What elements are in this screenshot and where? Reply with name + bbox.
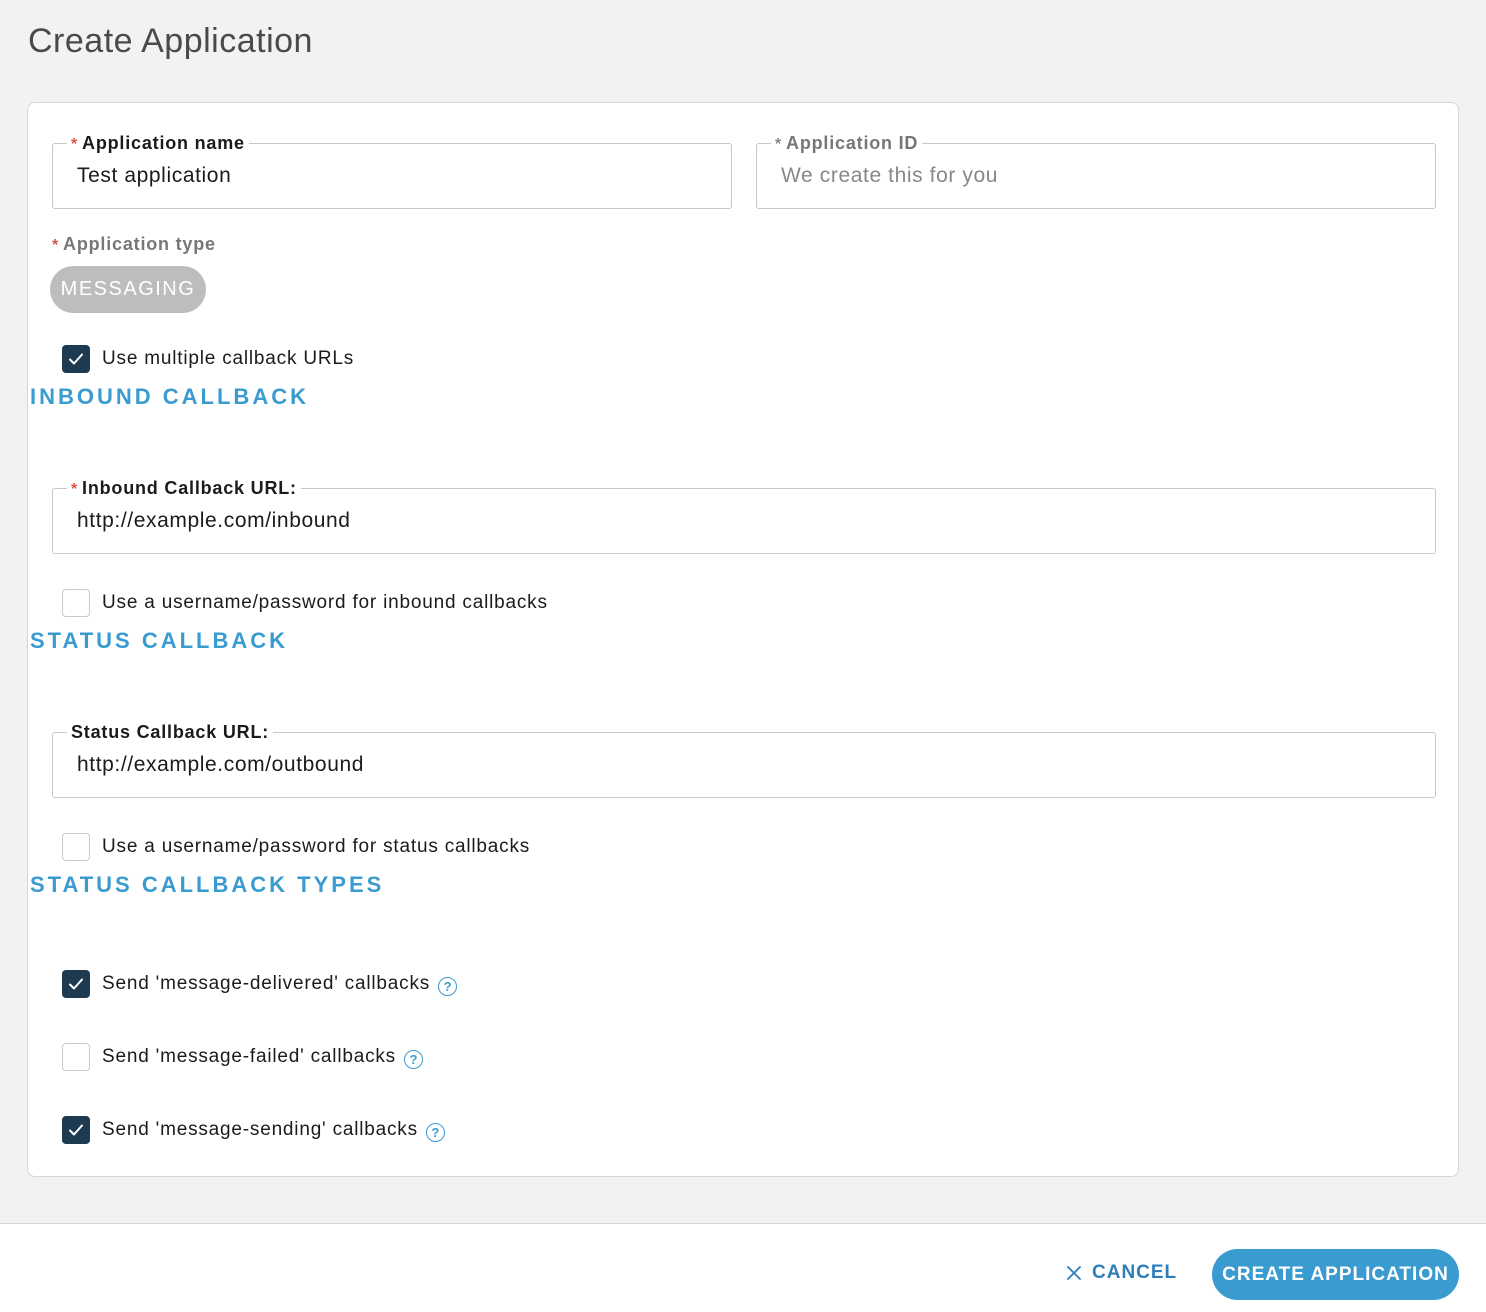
checkmark-icon bbox=[69, 1124, 83, 1136]
checkmark-icon bbox=[69, 978, 83, 990]
application-id-label: * Application ID bbox=[771, 132, 923, 156]
message-failed-checkbox[interactable] bbox=[62, 1043, 90, 1071]
required-mark: * bbox=[71, 136, 79, 153]
inbound-auth-label: Use a username/password for inbound call… bbox=[102, 592, 548, 613]
help-icon[interactable]: ? bbox=[438, 976, 458, 996]
help-icon[interactable]: ? bbox=[403, 1049, 423, 1069]
status-auth-checkbox[interactable] bbox=[62, 833, 90, 861]
message-delivered-row[interactable]: Send 'message-delivered' callbacks ? bbox=[62, 969, 458, 999]
message-sending-checkbox[interactable] bbox=[62, 1116, 90, 1144]
required-mark: * bbox=[52, 237, 60, 254]
status-auth-label: Use a username/password for status callb… bbox=[102, 836, 531, 857]
create-application-button[interactable]: CREATE APPLICATION bbox=[1212, 1249, 1459, 1300]
help-icon[interactable]: ? bbox=[425, 1122, 445, 1142]
inbound-auth-row[interactable]: Use a username/password for inbound call… bbox=[62, 588, 548, 618]
inbound-callback-url-label: * Inbound Callback URL: bbox=[67, 477, 301, 501]
create-application-card: *Application name *Application ID *Appli… bbox=[27, 102, 1459, 1177]
message-delivered-checkbox[interactable] bbox=[62, 970, 90, 998]
application-name-input[interactable] bbox=[77, 160, 715, 192]
application-type-label: * Application type bbox=[52, 234, 216, 254]
status-auth-row[interactable]: Use a username/password for status callb… bbox=[62, 832, 530, 862]
message-failed-label: Send 'message-failed' callbacks bbox=[102, 1046, 396, 1067]
message-sending-label: Send 'message-sending' callbacks bbox=[102, 1119, 418, 1140]
application-id-input[interactable] bbox=[781, 160, 1419, 192]
footer-bar: CANCEL CREATE APPLICATION bbox=[0, 1223, 1486, 1312]
status-callback-types-heading: STATUS CALLBACK TYPES bbox=[30, 872, 385, 897]
inbound-callback-url-input[interactable] bbox=[77, 505, 1419, 537]
inbound-callback-url-field[interactable]: * Inbound Callback URL: bbox=[52, 477, 1436, 554]
required-mark: * bbox=[775, 136, 783, 153]
status-callback-url-field[interactable]: Status Callback URL: bbox=[52, 721, 1436, 798]
multiple-callbacks-row[interactable]: Use multiple callback URLs bbox=[62, 344, 354, 374]
application-type-messaging-pill[interactable]: MESSAGING bbox=[50, 266, 206, 313]
status-callback-heading: STATUS CALLBACK bbox=[30, 628, 289, 653]
cancel-button-label: CANCEL bbox=[1092, 1262, 1178, 1283]
application-name-field[interactable]: * Application name bbox=[52, 132, 732, 209]
application-name-label: * Application name bbox=[67, 132, 249, 156]
multiple-callbacks-label: Use multiple callback URLs bbox=[102, 348, 355, 369]
status-callback-url-label: Status Callback URL: bbox=[67, 721, 274, 743]
message-failed-row[interactable]: Send 'message-failed' callbacks ? bbox=[62, 1042, 423, 1072]
inbound-callback-heading: INBOUND CALLBACK bbox=[30, 384, 309, 409]
create-application-button-label: CREATE APPLICATION bbox=[1222, 1263, 1449, 1285]
message-delivered-label: Send 'message-delivered' callbacks bbox=[102, 973, 431, 994]
close-icon bbox=[1067, 1266, 1081, 1280]
page-title: Create Application bbox=[28, 22, 313, 60]
multiple-callbacks-checkbox[interactable] bbox=[62, 345, 90, 373]
checkmark-icon bbox=[69, 353, 83, 365]
message-sending-row[interactable]: Send 'message-sending' callbacks ? bbox=[62, 1115, 445, 1145]
status-callback-url-input[interactable] bbox=[77, 749, 1419, 781]
inbound-auth-checkbox[interactable] bbox=[62, 589, 90, 617]
application-id-field[interactable]: * Application ID bbox=[756, 132, 1436, 209]
required-mark: * bbox=[71, 481, 79, 498]
cancel-button[interactable]: CANCEL bbox=[1064, 1258, 1177, 1288]
